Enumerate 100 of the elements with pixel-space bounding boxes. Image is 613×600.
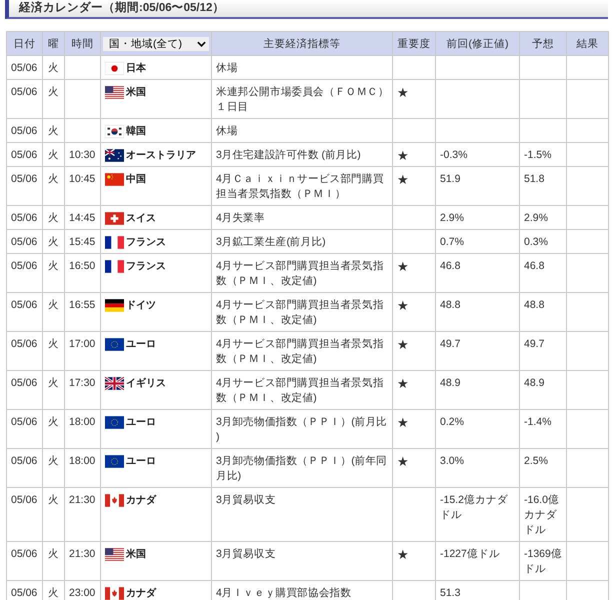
date-cell: 05/06 [6, 448, 42, 488]
time-cell: 15:45 [64, 230, 100, 254]
previous-value-cell: 2.9% [436, 206, 520, 230]
country-name: 米国 [126, 86, 146, 100]
flag-icon [105, 338, 124, 351]
forecast-cell: -1369億ドル [520, 542, 566, 580]
weekday-cell: 火 [42, 488, 64, 542]
forecast-cell: -16.0億カナダドル [520, 488, 566, 542]
country-name: カナダ [126, 586, 156, 600]
date-cell: 05/06 [6, 206, 42, 230]
time-cell: 21:30 [64, 488, 100, 542]
flag-icon [105, 260, 124, 273]
indicator-cell: 休場 [212, 56, 392, 80]
column-header: 結果 [566, 32, 608, 56]
date-cell: 05/06 [6, 488, 42, 542]
date-cell: 05/06 [6, 410, 42, 448]
time-cell: 10:45 [64, 166, 100, 206]
country-name: ユーロ [126, 338, 156, 352]
flag-icon [105, 548, 124, 561]
date-cell: 05/06 [6, 370, 42, 410]
column-header: 予想 [520, 32, 566, 56]
forecast-cell: 0.3% [520, 230, 566, 254]
previous-value-cell: 48.9 [436, 370, 520, 410]
time-cell: 14:45 [64, 206, 100, 230]
country-name: ドイツ [126, 299, 156, 313]
date-cell: 05/06 [6, 56, 42, 80]
time-cell: 18:00 [64, 448, 100, 488]
weekday-cell: 火 [42, 206, 64, 230]
previous-value-cell: -0.3% [436, 142, 520, 166]
page-title: 経済カレンダー（期間:05/06〜05/12） [5, 0, 608, 19]
time-cell: 21:30 [64, 542, 100, 580]
flag-icon [105, 377, 124, 390]
time-cell: 17:00 [64, 332, 100, 370]
weekday-cell: 火 [42, 80, 64, 118]
indicator-cell: 3月卸売物価指数（ＰＰＩ）(前年同月比) [212, 448, 392, 488]
weekday-cell: 火 [42, 166, 64, 206]
weekday-cell: 火 [42, 292, 64, 332]
previous-value-cell: -1227億ドル [436, 542, 520, 580]
indicator-cell: 4月サービス部門購買担当者景気指数（ＰＭＩ、改定値) [212, 332, 392, 370]
indicator-cell: 4月失業率 [212, 206, 392, 230]
forecast-cell: 48.9 [520, 370, 566, 410]
country-name: カナダ [126, 494, 156, 508]
forecast-cell: 46.8 [520, 254, 566, 292]
forecast-cell: 2.9% [520, 206, 566, 230]
flag-icon [105, 455, 124, 468]
weekday-cell: 火 [42, 370, 64, 410]
previous-value-cell: 51.9 [436, 166, 520, 206]
flag-icon [105, 494, 124, 507]
indicator-cell: 休場 [212, 118, 392, 142]
weekday-cell: 火 [42, 118, 64, 142]
indicator-cell: 3月鉱工業生産(前月比) [212, 230, 392, 254]
indicator-cell: 4月サービス部門購買担当者景気指数（ＰＭＩ、改定値) [212, 254, 392, 292]
previous-value-cell: 49.7 [436, 332, 520, 370]
time-cell: 16:50 [64, 254, 100, 292]
country-name: ユーロ [126, 416, 156, 430]
chevron-down-icon [197, 40, 206, 46]
previous-value-cell: 0.7% [436, 230, 520, 254]
date-cell: 05/06 [6, 542, 42, 580]
time-cell: 18:00 [64, 410, 100, 448]
forecast-cell: -1.5% [520, 142, 566, 166]
forecast-cell: 51.8 [520, 166, 566, 206]
forecast-cell: 49.7 [520, 332, 566, 370]
flag-icon [105, 86, 124, 99]
date-cell: 05/06 [6, 292, 42, 332]
column-header: 重要度 [392, 32, 436, 56]
weekday-cell: 火 [42, 142, 64, 166]
date-cell: 05/06 [6, 118, 42, 142]
indicator-cell: 4月Ｃａｉｘｉｎサービス部門購買担当者景気指数（ＰＭＩ） [212, 166, 392, 206]
time-cell: 10:30 [64, 142, 100, 166]
country-name: オーストラリア [126, 149, 196, 163]
flag-icon [105, 416, 124, 429]
weekday-cell: 火 [42, 410, 64, 448]
forecast-cell: 2.5% [520, 448, 566, 488]
column-header: 前回(修正値) [436, 32, 520, 56]
indicator-cell: 3月貿易収支 [212, 488, 392, 542]
date-cell: 05/06 [6, 142, 42, 166]
date-cell: 05/06 [6, 254, 42, 292]
weekday-cell: 火 [42, 230, 64, 254]
indicator-cell: 3月住宅建設許可件数 (前月比) [212, 142, 392, 166]
previous-value-cell: 48.8 [436, 292, 520, 332]
time-cell: 16:55 [64, 292, 100, 332]
weekday-cell: 火 [42, 448, 64, 488]
country-name: 日本 [126, 62, 146, 76]
column-header: 主要経済指標等 [212, 32, 392, 56]
country-filter-dropdown[interactable]: 国・地域(全て) [103, 36, 209, 50]
flag-icon [105, 236, 124, 249]
indicator-cell: 米連邦公開市場委員会（ＦＯＭＣ）１日目 [212, 80, 392, 118]
time-cell: 17:30 [64, 370, 100, 410]
flag-icon [105, 173, 124, 186]
forecast-cell: -1.4% [520, 410, 566, 448]
flag-icon [105, 299, 124, 312]
previous-value-cell: 46.8 [436, 254, 520, 292]
forecast-cell: 48.8 [520, 292, 566, 332]
column-header: 日付 [6, 32, 42, 56]
flag-icon [105, 149, 124, 162]
country-name: 中国 [126, 172, 146, 187]
weekday-cell: 火 [42, 254, 64, 292]
indicator-cell: 4月サービス部門購買担当者景気指数（ＰＭＩ、改定値) [212, 370, 392, 410]
country-name: ユーロ [126, 455, 156, 469]
indicator-cell: 4月サービス部門購買担当者景気指数（ＰＭＩ、改定値) [212, 292, 392, 332]
